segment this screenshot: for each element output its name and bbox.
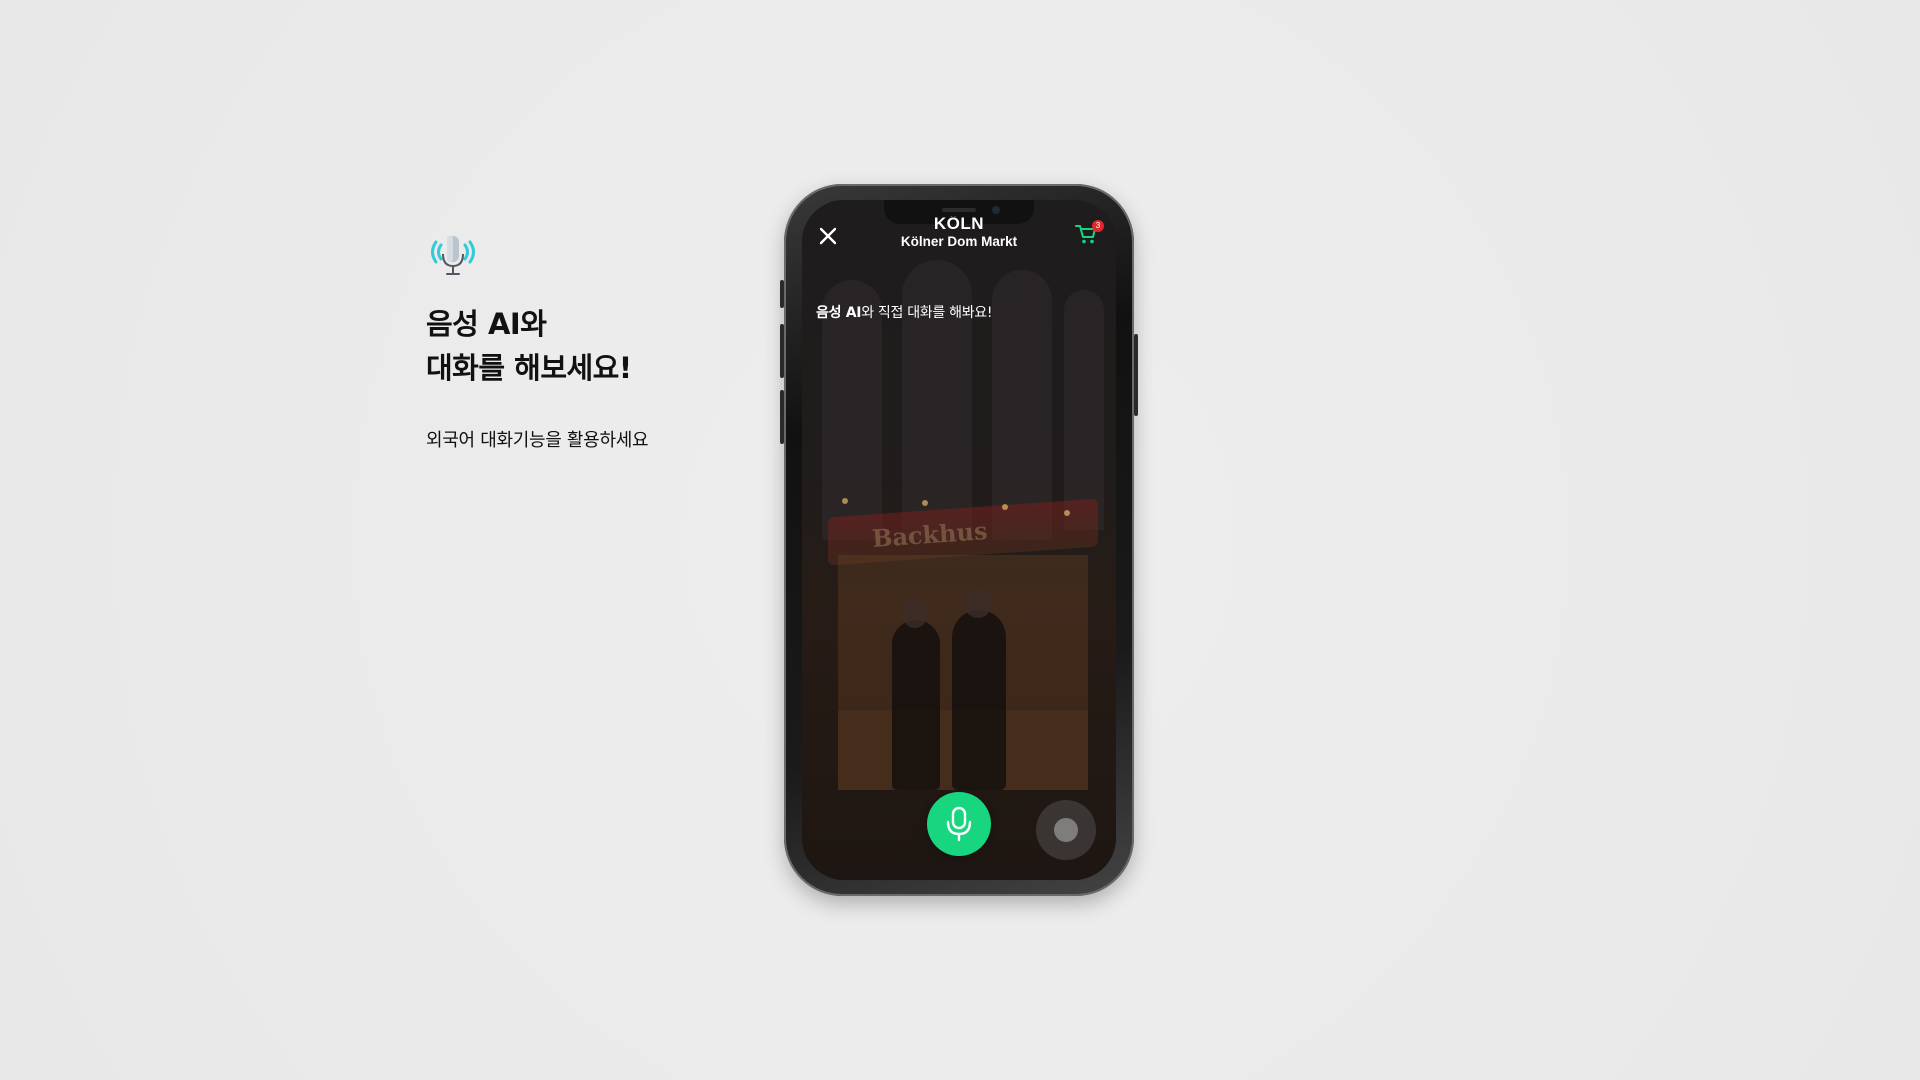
location-title: KÖLN Kölner Dom Markt	[862, 216, 1056, 249]
voice-prompt: 음성 AI와 직접 대화를 해봐요!	[816, 302, 992, 322]
record-dot-icon	[1054, 818, 1078, 842]
promo-headline: 음성 AI와 대화를 해보세요!	[426, 302, 786, 390]
cart-button[interactable]: 3	[1074, 220, 1104, 248]
promo-headline-line1: 음성 AI와	[426, 307, 547, 341]
phone-screen: Backhus KÖLN Kölner Dom Markt 3 음성 AI와 직…	[802, 200, 1116, 880]
promo-panel: 음성 AI와 대화를 해보세요! 외국어 대화기능을 활용하세요	[426, 232, 786, 452]
secondary-action-button[interactable]	[1036, 800, 1096, 860]
voice-record-button[interactable]	[927, 792, 991, 856]
voice-mic-icon	[426, 232, 480, 280]
promo-subtext: 외국어 대화기능을 활용하세요	[426, 430, 649, 451]
close-icon	[819, 227, 837, 245]
microphone-icon	[946, 806, 972, 842]
app-top-bar: KÖLN Kölner Dom Markt 3	[802, 216, 1116, 260]
side-button-volume-down	[780, 390, 784, 444]
side-button-power	[1134, 334, 1138, 416]
city-name: KÖLN	[933, 216, 985, 230]
side-button-silent	[780, 280, 784, 308]
voice-prompt-rest: 와 직접 대화를 해봐요!	[861, 305, 993, 321]
cart-count-badge: 3	[1092, 220, 1104, 232]
market-name: Kölner Dom Markt	[900, 234, 1018, 249]
promo-headline-line2: 대화를 해보세요!	[426, 351, 632, 385]
side-button-volume-up	[780, 324, 784, 378]
voice-prompt-bold: 음성 AI	[816, 305, 862, 321]
stage: 음성 AI와 대화를 해보세요! 외국어 대화기능을 활용하세요 Backhus	[0, 0, 1920, 1080]
close-button[interactable]	[816, 224, 840, 248]
phone-mockup: Backhus KÖLN Kölner Dom Markt 3 음성 AI와 직…	[780, 184, 1138, 896]
